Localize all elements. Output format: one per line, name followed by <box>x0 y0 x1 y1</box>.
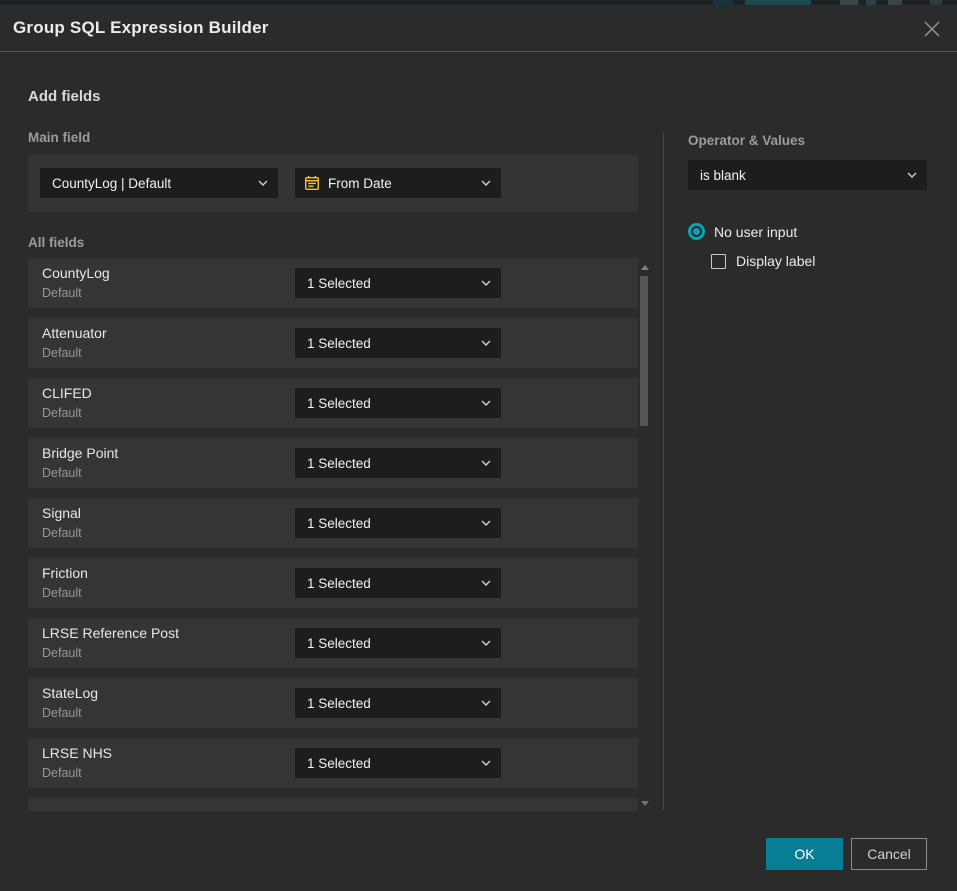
field-row: CountyLog Default 1 Selected <box>28 258 638 308</box>
main-field-layer-dropdown[interactable]: CountyLog | Default <box>40 168 278 198</box>
radio-selected-icon <box>688 223 705 240</box>
field-subtitle: Default <box>42 646 82 660</box>
main-field-label: Main field <box>28 130 90 145</box>
field-selection-dropdown[interactable]: 1 Selected <box>295 388 501 418</box>
close-icon <box>923 20 941 38</box>
field-subtitle: Default <box>42 466 82 480</box>
field-name: Friction <box>42 565 88 581</box>
field-selection-value: 1 Selected <box>295 636 481 651</box>
field-row: LRSE NHS Default 1 Selected <box>28 738 638 788</box>
field-name: Attenuator <box>42 325 107 341</box>
vertical-divider <box>663 133 664 810</box>
chevron-down-icon <box>481 180 501 186</box>
scrollbar-up-arrow-icon[interactable] <box>641 265 649 270</box>
main-field-field-value: From Date <box>320 176 481 191</box>
calendar-date-icon <box>304 175 320 191</box>
all-fields-label: All fields <box>28 235 84 250</box>
display-label-checkbox[interactable]: Display label <box>711 253 815 269</box>
scrollbar-thumb[interactable] <box>640 276 648 426</box>
dialog-title: Group SQL Expression Builder <box>13 18 269 38</box>
field-subtitle: Default <box>42 586 82 600</box>
field-selection-dropdown[interactable]: 1 Selected <box>295 508 501 538</box>
field-selection-value: 1 Selected <box>295 396 481 411</box>
field-subtitle: Default <box>42 286 82 300</box>
field-name: Signal <box>42 505 81 521</box>
field-row: Friction Default 1 Selected <box>28 558 638 608</box>
group-sql-expression-builder-dialog: Group SQL Expression Builder Add fields … <box>0 5 957 891</box>
field-selection-value: 1 Selected <box>295 456 481 471</box>
chevron-down-icon <box>481 760 501 766</box>
chevron-down-icon <box>481 340 501 346</box>
checkbox-unchecked-icon <box>711 254 726 269</box>
chevron-down-icon <box>481 280 501 286</box>
field-selection-dropdown[interactable]: 1 Selected <box>295 628 501 658</box>
cancel-button[interactable]: Cancel <box>851 838 927 870</box>
add-fields-heading: Add fields <box>28 88 101 105</box>
operator-dropdown[interactable]: is blank <box>688 160 927 190</box>
chevron-down-icon <box>481 700 501 706</box>
chevron-down-icon <box>481 640 501 646</box>
field-row: StateLog Default 1 Selected <box>28 678 638 728</box>
field-selection-dropdown[interactable]: 1 Selected <box>295 448 501 478</box>
operator-value: is blank <box>688 168 907 183</box>
chevron-down-icon <box>481 580 501 586</box>
field-subtitle: Default <box>42 706 82 720</box>
list-scrollbar <box>638 258 652 811</box>
field-selection-value: 1 Selected <box>295 576 481 591</box>
field-selection-value: 1 Selected <box>295 516 481 531</box>
field-name: CountyLog <box>42 265 110 281</box>
field-row: Signal Default 1 Selected <box>28 498 638 548</box>
field-name: Bridge Point <box>42 445 118 461</box>
field-subtitle: Default <box>42 526 82 540</box>
ok-button[interactable]: OK <box>766 838 843 870</box>
field-subtitle: Default <box>42 346 82 360</box>
field-selection-value: 1 Selected <box>295 696 481 711</box>
scrollbar-down-arrow-icon[interactable] <box>641 801 649 806</box>
operator-values-label: Operator & Values <box>688 133 805 148</box>
field-selection-dropdown[interactable]: 1 Selected <box>295 748 501 778</box>
chevron-down-icon <box>481 400 501 406</box>
chevron-down-icon <box>907 172 927 178</box>
all-fields-list: CountyLog Default 1 Selected Attenuator … <box>28 258 638 811</box>
field-selection-value: 1 Selected <box>295 336 481 351</box>
field-selection-dropdown[interactable]: 1 Selected <box>295 268 501 298</box>
close-button[interactable] <box>920 17 944 41</box>
field-name: LRSE Reference Post <box>42 625 179 641</box>
field-name: LRSE NHS <box>42 745 112 761</box>
field-row-partial <box>28 798 638 811</box>
field-name: CLIFED <box>42 385 92 401</box>
field-name: StateLog <box>42 685 98 701</box>
field-subtitle: Default <box>42 766 82 780</box>
field-selection-dropdown[interactable]: 1 Selected <box>295 688 501 718</box>
field-selection-dropdown[interactable]: 1 Selected <box>295 568 501 598</box>
no-user-input-radio[interactable]: No user input <box>688 223 797 240</box>
chevron-down-icon <box>481 460 501 466</box>
field-selection-value: 1 Selected <box>295 276 481 291</box>
field-selection-dropdown[interactable]: 1 Selected <box>295 328 501 358</box>
field-row: CLIFED Default 1 Selected <box>28 378 638 428</box>
chevron-down-icon <box>258 180 278 186</box>
main-field-panel: CountyLog | Default From Date <box>28 155 638 212</box>
field-subtitle: Default <box>42 406 82 420</box>
field-row: Bridge Point Default 1 Selected <box>28 438 638 488</box>
main-field-field-dropdown[interactable]: From Date <box>295 168 501 198</box>
no-user-input-label: No user input <box>714 224 797 240</box>
display-label-label: Display label <box>736 253 815 269</box>
chevron-down-icon <box>481 520 501 526</box>
field-selection-value: 1 Selected <box>295 756 481 771</box>
field-row: LRSE Reference Post Default 1 Selected <box>28 618 638 668</box>
main-field-layer-value: CountyLog | Default <box>40 176 258 191</box>
dialog-header: Group SQL Expression Builder <box>0 5 957 52</box>
field-row: Attenuator Default 1 Selected <box>28 318 638 368</box>
